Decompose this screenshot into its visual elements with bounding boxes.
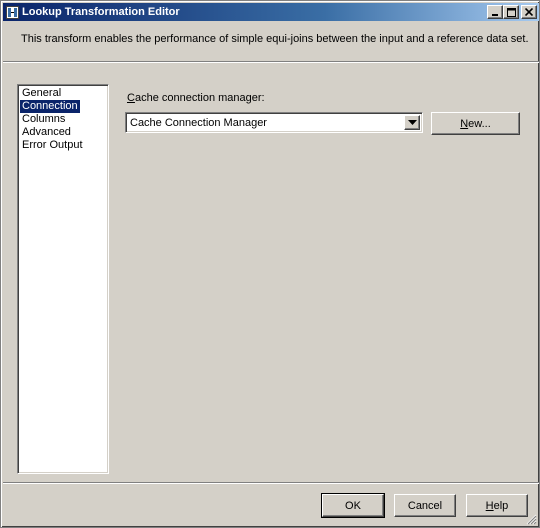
transform-icon [5, 5, 19, 19]
close-icon [525, 8, 533, 16]
minimize-button[interactable] [487, 5, 503, 19]
lookup-transformation-editor-window: Lookup Transformation Editor This transf… [0, 0, 540, 528]
select-value: Cache Connection Manager [130, 117, 267, 129]
button-label: elp [493, 499, 509, 512]
dropdown-button[interactable] [404, 115, 420, 130]
window-title: Lookup Transformation Editor [22, 6, 180, 18]
maximize-icon [506, 7, 516, 17]
nav-item-columns[interactable]: Columns [20, 113, 67, 126]
nav-item-connection[interactable]: Connection [20, 100, 80, 113]
minimize-icon [492, 14, 498, 16]
title-buttons [487, 5, 537, 19]
description-text: This transform enables the performance o… [21, 33, 529, 45]
nav-item-error-output[interactable]: Error Output [20, 139, 85, 152]
cache-connection-manager-select[interactable]: Cache Connection Manager [125, 112, 423, 133]
cache-connection-manager-label: Cache connection manager: [127, 92, 265, 104]
footer-separator [3, 482, 539, 484]
nav-item-advanced[interactable]: Advanced [20, 126, 73, 139]
button-label: ew... [468, 117, 491, 130]
accelerator-key: H [485, 499, 494, 512]
cancel-button[interactable]: Cancel [394, 494, 456, 517]
accelerator-key: C [127, 92, 135, 104]
maximize-button[interactable] [503, 5, 519, 19]
help-button[interactable]: Help [466, 494, 528, 517]
title-bar[interactable]: Lookup Transformation Editor [3, 3, 539, 21]
resize-grip-icon[interactable] [525, 513, 537, 525]
nav-item-general[interactable]: General [20, 87, 63, 100]
chevron-down-icon [407, 120, 417, 125]
close-button[interactable] [521, 5, 537, 19]
ok-button[interactable]: OK [321, 493, 385, 518]
accelerator-key: N [460, 117, 469, 130]
page-navigation-list[interactable]: General Connection Columns Advanced Erro… [17, 84, 109, 474]
header-separator [3, 61, 539, 63]
label-text: ache connection manager: [134, 92, 265, 104]
new-connection-button[interactable]: New... [431, 112, 520, 135]
